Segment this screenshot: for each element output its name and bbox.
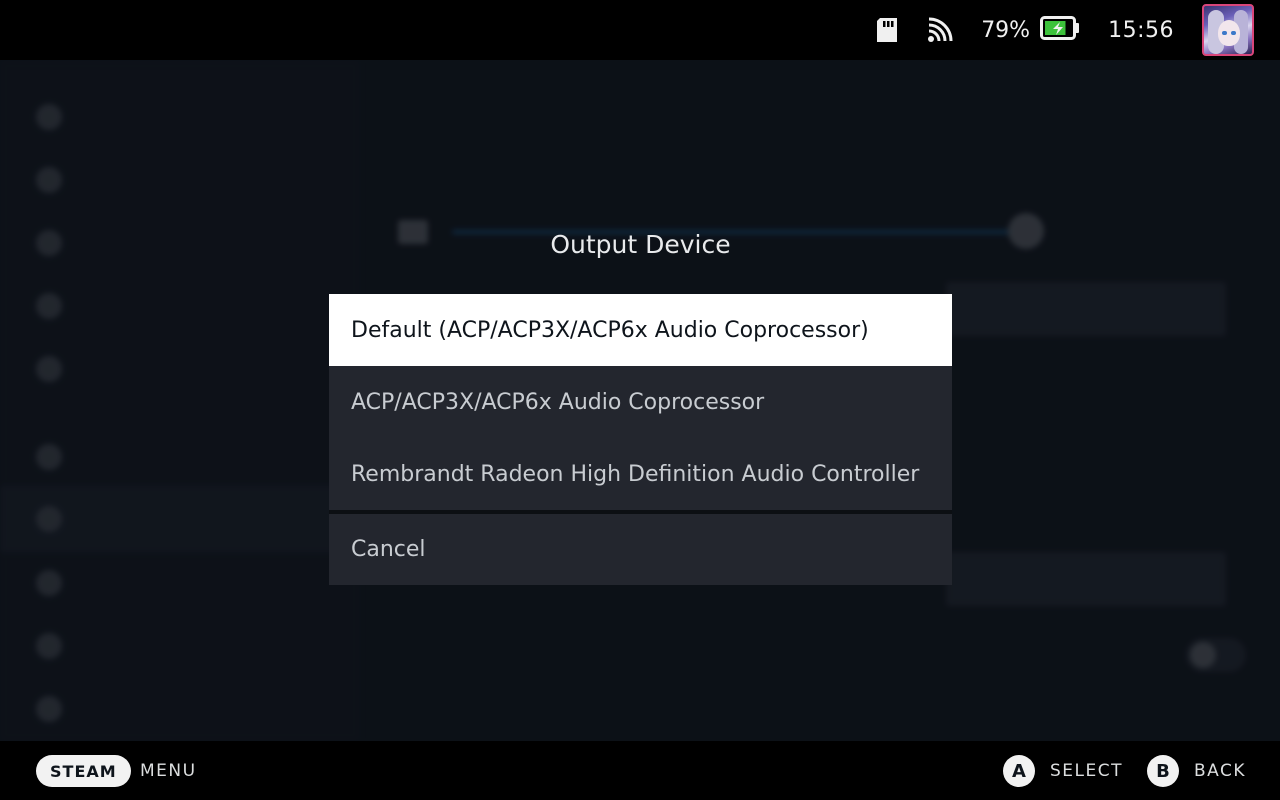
- avatar-eye: [1231, 31, 1236, 35]
- steam-button[interactable]: STEAM: [36, 755, 131, 787]
- avatar-eye: [1222, 31, 1227, 35]
- b-button-icon[interactable]: B: [1147, 755, 1179, 787]
- cancel-button[interactable]: Cancel: [329, 514, 952, 585]
- menu-label: MENU: [140, 761, 197, 781]
- option-audio-coprocessor[interactable]: ACP/ACP3X/ACP6x Audio Coprocessor: [329, 366, 952, 438]
- wifi-icon: [927, 17, 953, 43]
- user-avatar[interactable]: [1202, 4, 1254, 56]
- back-label: BACK: [1194, 761, 1247, 781]
- bottom-bar: STEAM MENU A SELECT B BACK: [0, 741, 1280, 800]
- status-bar: 79% 15:56: [0, 0, 1280, 60]
- battery-indicator: 79%: [981, 16, 1080, 44]
- select-label: SELECT: [1050, 761, 1123, 781]
- output-device-options: Default (ACP/ACP3X/ACP6x Audio Coprocess…: [329, 294, 952, 510]
- clock: 15:56: [1108, 17, 1174, 43]
- battery-percent: 79%: [981, 17, 1031, 43]
- sd-card-icon: [875, 17, 899, 43]
- option-default-audio-coprocessor[interactable]: Default (ACP/ACP3X/ACP6x Audio Coprocess…: [329, 294, 952, 366]
- dialog-title: Output Device: [550, 230, 731, 259]
- battery-charging-icon: [1040, 16, 1080, 44]
- option-radeon-hd-audio[interactable]: Rembrandt Radeon High Definition Audio C…: [329, 438, 952, 510]
- a-button-icon[interactable]: A: [1003, 755, 1035, 787]
